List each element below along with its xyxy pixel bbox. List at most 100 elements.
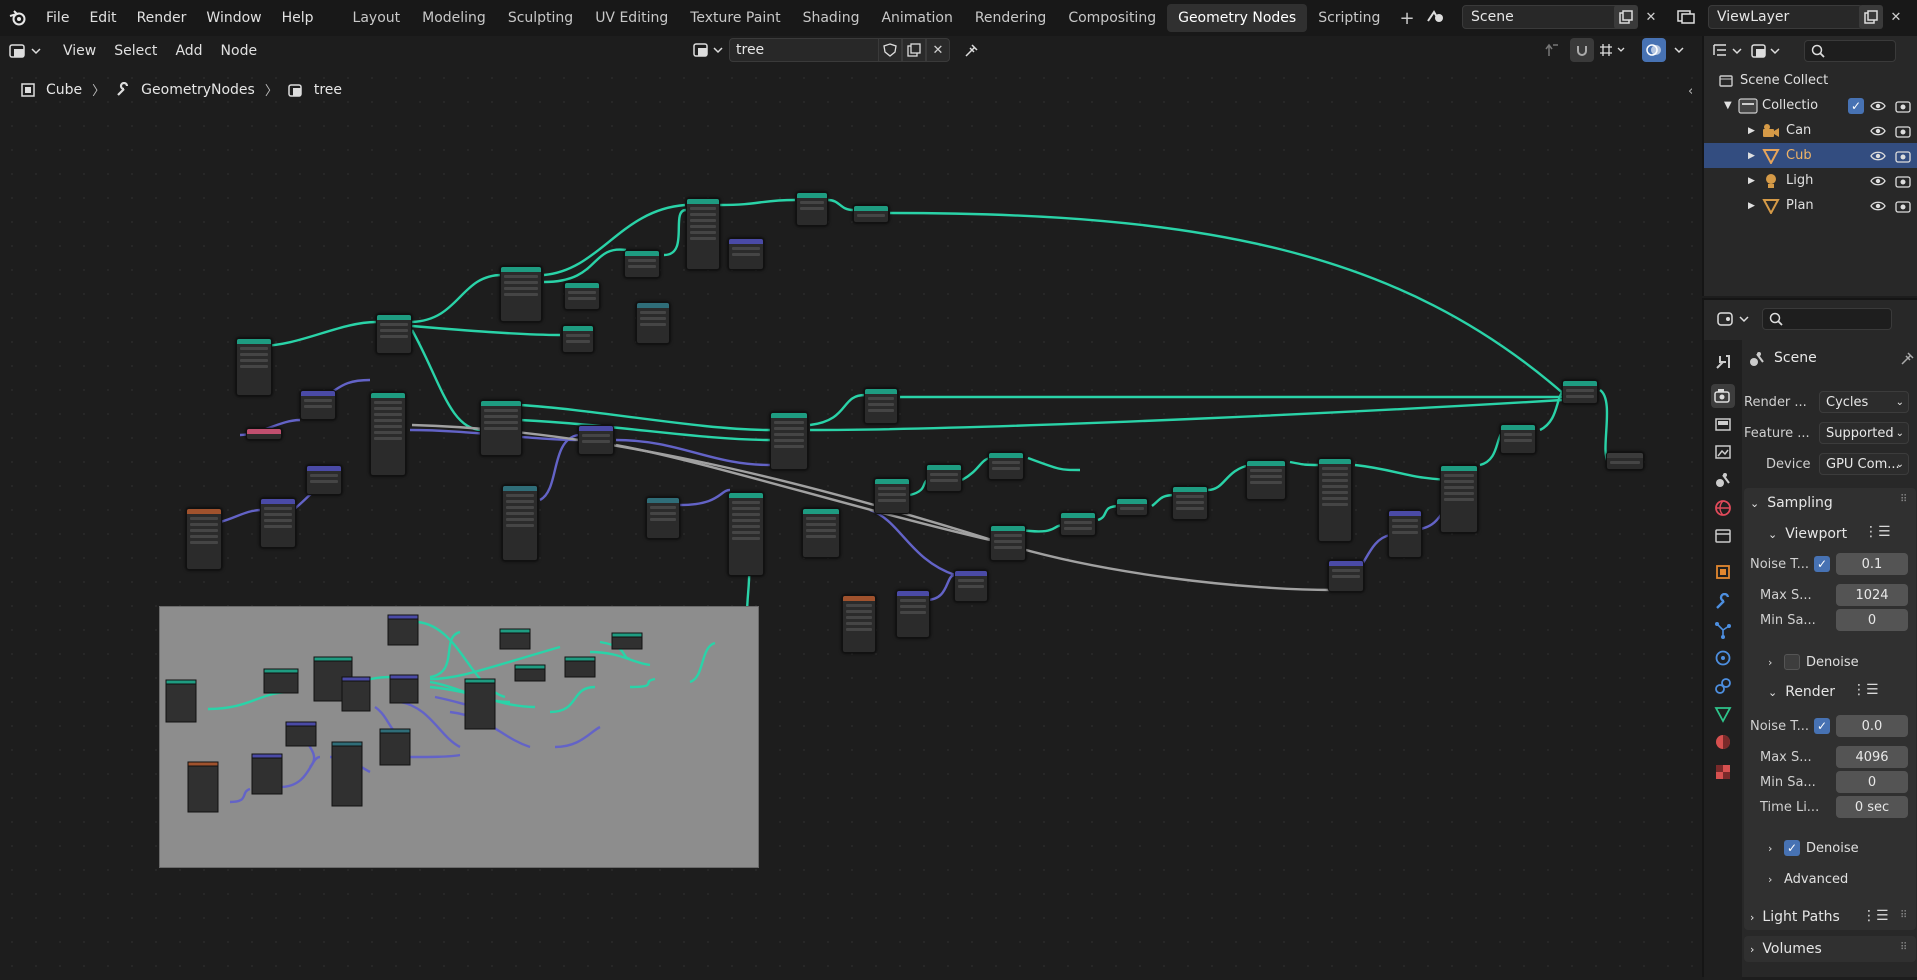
physics-tab-icon[interactable] xyxy=(1711,646,1735,670)
node-separate-xyz[interactable] xyxy=(300,390,336,420)
view-layer-selector[interactable]: ViewLayer xyxy=(1708,5,1863,29)
texture-tab-icon[interactable] xyxy=(1711,760,1735,784)
light-paths-panel-header[interactable]: › Light Paths xyxy=(1750,904,1840,930)
expand-arrow-icon[interactable]: ▶ xyxy=(1748,201,1755,211)
pin-icon[interactable] xyxy=(1900,350,1916,366)
node-uv-sphere[interactable] xyxy=(564,282,600,310)
expand-arrow-icon[interactable]: ▶ xyxy=(1748,176,1755,186)
viewport-denoise-row[interactable]: › Denoise xyxy=(1742,650,1917,674)
display-mode-icon[interactable] xyxy=(1750,42,1784,60)
eye-icon[interactable] xyxy=(1870,125,1886,137)
node-set-material[interactable] xyxy=(624,250,660,278)
drag-handle-icon[interactable]: ⠿ xyxy=(1900,494,1907,505)
node-noise-texture-2[interactable] xyxy=(842,595,876,653)
presets-list-icon[interactable]: ⋮☰ xyxy=(1852,682,1879,698)
node-scale-vec[interactable] xyxy=(728,238,764,270)
node-translate-instances[interactable] xyxy=(796,192,828,226)
node-distribute-points[interactable] xyxy=(500,266,542,322)
node-set-material-3[interactable] xyxy=(1500,424,1536,454)
viewport-denoise-checkbox[interactable] xyxy=(1784,654,1800,670)
node-position[interactable] xyxy=(246,428,282,440)
constraints-tab-icon[interactable] xyxy=(1711,674,1735,698)
node-set-smooth[interactable] xyxy=(562,325,594,353)
node-transform-2[interactable] xyxy=(1318,458,1352,542)
presets-list-icon[interactable]: ⋮☰ xyxy=(1864,524,1891,540)
render-camera-icon[interactable] xyxy=(1895,199,1911,213)
noise-threshold-checkbox[interactable]: ✓ xyxy=(1814,556,1830,572)
particles-tab-icon[interactable] xyxy=(1711,618,1735,642)
node-join-geometry[interactable] xyxy=(1562,380,1598,404)
render-engine-dropdown[interactable]: Cycles ⌄ xyxy=(1819,391,1909,413)
render-camera-icon[interactable] xyxy=(1895,99,1911,113)
exclude-checkbox[interactable]: ✓ xyxy=(1848,97,1864,114)
sampling-panel-header[interactable]: ⌄ Sampling xyxy=(1750,490,1833,516)
noise-threshold-field[interactable]: 0.0 xyxy=(1836,715,1908,737)
node-curve-line[interactable] xyxy=(236,338,272,396)
object-tab-icon[interactable] xyxy=(1711,560,1735,584)
expand-arrow-icon[interactable]: ▶ xyxy=(1748,151,1755,161)
node-random-value-2[interactable] xyxy=(502,485,538,561)
node-add[interactable] xyxy=(578,425,614,455)
node-add-2[interactable] xyxy=(1388,510,1422,558)
node-set-material-2[interactable] xyxy=(988,452,1024,480)
node-scale-2[interactable] xyxy=(954,570,988,602)
eye-icon[interactable] xyxy=(1870,175,1886,187)
node-noise-texture[interactable] xyxy=(186,508,222,570)
noise-threshold-checkbox[interactable]: ✓ xyxy=(1814,718,1830,734)
node-random-value-3[interactable] xyxy=(646,497,680,539)
outliner-row-plane[interactable]: ▶ Plan xyxy=(1704,193,1917,218)
outliner-search-input[interactable] xyxy=(1804,40,1896,62)
node-distribute-points-2[interactable] xyxy=(480,400,522,456)
advanced-row[interactable]: › Advanced xyxy=(1742,867,1917,891)
render-camera-icon[interactable] xyxy=(1895,174,1911,188)
time-limit-field[interactable]: 0 sec xyxy=(1836,796,1908,818)
outliner-editor-type-icon[interactable] xyxy=(1712,42,1744,60)
node-instance-on-points-2[interactable] xyxy=(770,412,808,470)
node-separate-geometry[interactable] xyxy=(1246,460,1286,500)
max-samples-field[interactable]: 1024 xyxy=(1836,584,1908,606)
node-instance-on-points[interactable] xyxy=(686,198,720,270)
data-tab-icon[interactable] xyxy=(1711,702,1735,726)
output-tab-icon[interactable] xyxy=(1711,412,1735,436)
node-scale[interactable] xyxy=(306,465,342,495)
node-transform-3[interactable] xyxy=(1440,465,1478,533)
collection-tab-icon[interactable] xyxy=(1711,524,1735,548)
node-subdivide[interactable] xyxy=(1116,498,1148,516)
material-tab-icon[interactable] xyxy=(1711,730,1735,754)
node-set-shade-smooth-2[interactable] xyxy=(926,464,962,492)
node-fill-curve[interactable] xyxy=(1060,512,1096,536)
node-subtract[interactable] xyxy=(260,498,296,548)
viewport-subpanel-header[interactable]: ⌄ Viewport xyxy=(1768,521,1847,547)
node-realize-instances[interactable] xyxy=(853,205,889,223)
node-set-position[interactable] xyxy=(376,314,412,354)
render-tab-icon[interactable] xyxy=(1711,384,1735,408)
reference-image-frame[interactable] xyxy=(159,606,759,868)
node-combine-xyz[interactable] xyxy=(1328,560,1364,592)
eye-icon[interactable] xyxy=(1870,150,1886,162)
min-samples-field[interactable]: 0 xyxy=(1836,771,1908,793)
outliner-row-collection[interactable]: ▼ Collectio ✓ xyxy=(1704,93,1917,118)
tool-tab-icon[interactable] xyxy=(1711,350,1735,374)
expand-arrow-icon[interactable]: ▶ xyxy=(1748,126,1755,136)
node-attribute-statistic[interactable] xyxy=(370,392,406,476)
outliner-row-light[interactable]: ▶ Ligh xyxy=(1704,168,1917,193)
eye-icon[interactable] xyxy=(1870,100,1886,112)
outliner-row-camera[interactable]: ▶ Can xyxy=(1704,118,1917,143)
render-subpanel-header[interactable]: ⌄ Render xyxy=(1768,679,1835,705)
node-mix[interactable] xyxy=(990,525,1026,561)
presets-list-icon[interactable]: ⋮☰ xyxy=(1862,908,1889,924)
new-view-layer-icon[interactable] xyxy=(1859,5,1883,29)
feature-set-dropdown[interactable]: Supported ⌄ xyxy=(1819,422,1909,444)
render-camera-icon[interactable] xyxy=(1895,149,1911,163)
max-samples-field[interactable]: 4096 xyxy=(1836,746,1908,768)
delete-view-layer-icon[interactable]: ✕ xyxy=(1884,5,1908,29)
drag-handle-icon[interactable]: ⠿ xyxy=(1900,942,1907,953)
view-layer-tab-icon[interactable] xyxy=(1711,440,1735,464)
outliner-row-scene-collection[interactable]: Scene Collect xyxy=(1704,68,1917,93)
drag-handle-icon[interactable]: ⠿ xyxy=(1900,910,1907,921)
volumes-panel-header[interactable]: › Volumes xyxy=(1750,936,1822,962)
outliner-row-cube[interactable]: ▶ Cub xyxy=(1704,143,1917,168)
node-extrude-mesh[interactable] xyxy=(1172,486,1208,520)
render-denoise-row[interactable]: › ✓ Denoise xyxy=(1742,836,1917,860)
node-cylinder[interactable] xyxy=(802,508,840,558)
